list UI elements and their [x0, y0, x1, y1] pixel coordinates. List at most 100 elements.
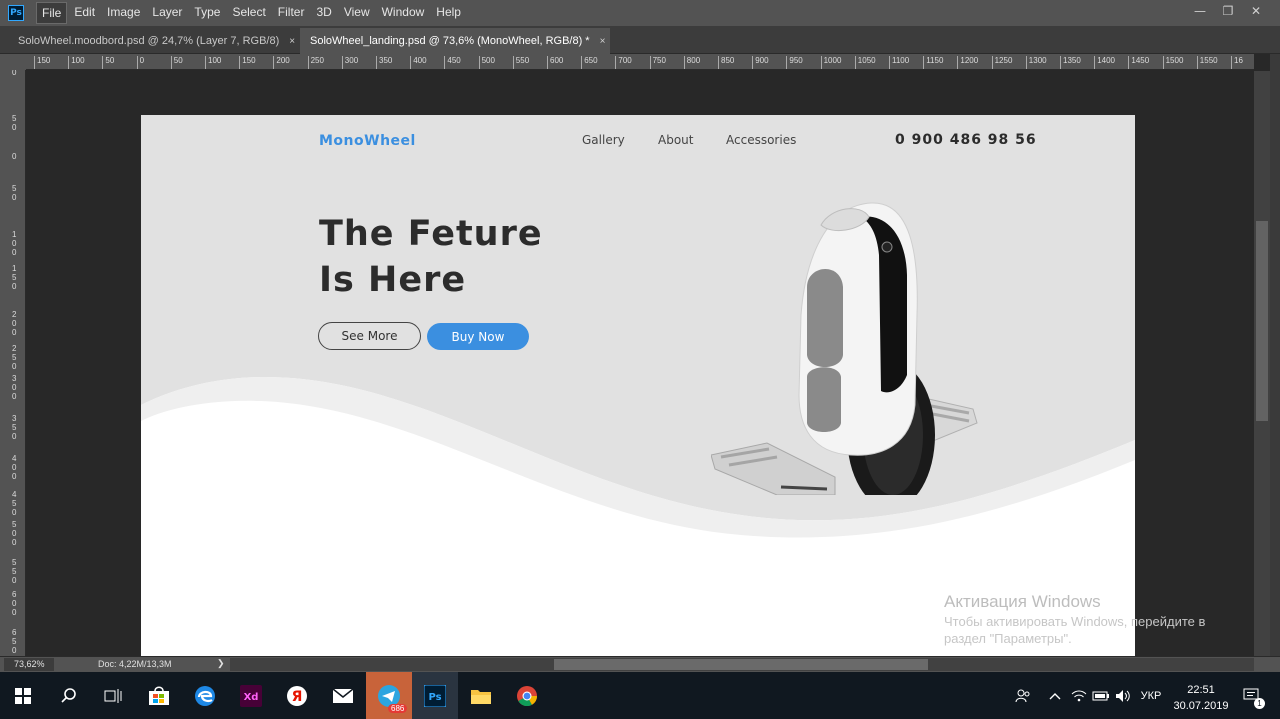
horizontal-ruler[interactable]: 150 100 50 0 50 100 150 200 250 300 350 400 450 500 55… — [26, 54, 1254, 70]
ruler-tick-label: 200 — [12, 310, 17, 337]
menu-help[interactable]: Help — [431, 2, 466, 24]
ruler-tick-label: 450 — [444, 56, 461, 69]
edge-browser-icon — [195, 685, 215, 706]
menu-filter[interactable]: Filter — [273, 2, 310, 24]
menu-view[interactable]: View — [339, 2, 375, 24]
chrome-browser-icon — [517, 685, 538, 706]
unicycle-image — [711, 202, 978, 495]
workspace[interactable]: MonoWheel Gallery About Accessories 0 90… — [27, 71, 1254, 656]
menu-image[interactable]: Image — [102, 2, 145, 24]
nav-about[interactable]: About — [658, 133, 693, 147]
ruler-tick-label: 1200 — [957, 56, 978, 69]
taskbar-mail[interactable] — [320, 672, 366, 719]
windows-activation-watermark: Активация Windows Чтобы активировать Win… — [944, 592, 1205, 646]
ruler-tick-label: 900 — [752, 56, 769, 69]
document-size-info[interactable]: Doc: 4,22M/13,3M — [98, 659, 172, 669]
telegram-unread-badge: 686 — [388, 704, 408, 713]
ruler-tick-label: 150 — [239, 56, 256, 69]
svg-text:Я: Я — [292, 689, 303, 705]
battery-tray-icon[interactable] — [1090, 672, 1112, 719]
ruler-tick-label: 1350 — [1060, 56, 1081, 69]
ruler-tick-label: 200 — [273, 56, 290, 69]
clock-date: 30.07.2019 — [1173, 700, 1229, 712]
ruler-corner[interactable] — [0, 54, 26, 70]
menu-3d[interactable]: 3D — [311, 2, 336, 24]
taskbar-adobe-xd[interactable]: Xd — [228, 672, 274, 719]
action-center-button[interactable]: 1 — [1236, 672, 1268, 719]
zoom-level-field[interactable]: 73,62% — [4, 658, 54, 671]
ruler-tick-label: 550 — [12, 558, 17, 585]
ruler-tick-label: 700 — [615, 56, 632, 69]
see-more-button[interactable]: See More — [318, 322, 421, 350]
ruler-tick-label: 300 — [341, 56, 358, 69]
menu-window[interactable]: Window — [377, 2, 430, 24]
photoshop-logo-icon[interactable]: Ps — [8, 5, 24, 21]
status-menu-arrow-icon[interactable]: ❯ — [217, 658, 225, 669]
input-language-indicator[interactable]: УКР — [1136, 672, 1166, 719]
start-button[interactable] — [0, 672, 46, 719]
ruler-tick-label: 400 — [12, 454, 17, 481]
mail-envelope-icon — [332, 687, 354, 703]
show-hidden-icons-button[interactable] — [1044, 672, 1066, 719]
taskbar-photoshop[interactable]: Ps — [412, 672, 458, 719]
tab-moodboard[interactable]: SoloWheel.moodbord.psd @ 24,7% (Layer 7,… — [8, 28, 298, 54]
network-tray-icon[interactable] — [1068, 672, 1090, 719]
taskbar-telegram[interactable]: 686 — [366, 672, 412, 719]
ruler-tick-label: 500 — [12, 520, 17, 547]
horizontal-scroll-thumb[interactable] — [554, 659, 928, 670]
ruler-tick-label: 500 — [478, 56, 495, 69]
ruler-tick-label: 650 — [12, 628, 17, 655]
ruler-tick-label: 550 — [512, 56, 529, 69]
search-button[interactable] — [46, 672, 92, 719]
nav-gallery[interactable]: Gallery — [582, 133, 625, 147]
vertical-ruler[interactable]: 0 50 0 50 100 150 200 250 300 350 400 450 500 550 600 6… — [0, 54, 26, 656]
ruler-tick-label: 250 — [307, 56, 324, 69]
phone-number[interactable]: 0 900 486 98 56 — [895, 132, 1037, 148]
nav-accessories[interactable]: Accessories — [726, 133, 796, 147]
document-canvas[interactable]: MonoWheel Gallery About Accessories 0 90… — [141, 115, 1135, 656]
ruler-tick-label: 1250 — [991, 56, 1012, 69]
taskbar-yandex[interactable]: Я — [274, 672, 320, 719]
menu-layer[interactable]: Layer — [147, 2, 187, 24]
chevron-up-icon — [1049, 692, 1061, 699]
tab-close-icon[interactable]: × — [600, 36, 606, 47]
menu-file[interactable]: File — [36, 2, 68, 24]
menu-select[interactable]: Select — [227, 2, 270, 24]
site-logo[interactable]: MonoWheel — [319, 133, 416, 149]
tab-landing[interactable]: SoloWheel_landing.psd @ 73,6% (MonoWheel… — [300, 28, 610, 54]
restore-button[interactable]: ❐ — [1214, 2, 1242, 20]
search-icon — [61, 687, 76, 703]
store-bag-icon — [149, 686, 169, 705]
ruler-tick-label: 800 — [683, 56, 700, 69]
menu-type[interactable]: Type — [189, 2, 225, 24]
task-view-icon — [104, 688, 122, 703]
document-tabs: SoloWheel.moodbord.psd @ 24,7% (Layer 7,… — [0, 26, 1280, 54]
vertical-scrollbar[interactable] — [1254, 71, 1270, 656]
taskbar-edge[interactable] — [182, 672, 228, 719]
vertical-scroll-thumb[interactable] — [1256, 221, 1268, 421]
watermark-line-1: Чтобы активировать Windows, перейдите в — [944, 614, 1206, 629]
speaker-icon — [1116, 689, 1130, 702]
volume-tray-icon[interactable] — [1112, 672, 1134, 719]
buy-now-button[interactable]: Buy Now — [427, 323, 529, 350]
taskbar-clock[interactable]: 22:51 30.07.2019 — [1168, 682, 1234, 714]
tab-label: SoloWheel.moodbord.psd @ 24,7% (Layer 7,… — [18, 35, 280, 47]
tab-close-icon[interactable]: × — [289, 36, 295, 47]
minimize-button[interactable]: — — [1186, 2, 1214, 20]
main-menu: File Edit Image Layer Type Select Filter… — [36, 2, 468, 24]
wifi-icon — [1071, 690, 1087, 701]
people-tray-icon[interactable] — [1010, 672, 1036, 719]
task-view-button[interactable] — [90, 672, 136, 719]
menu-bar: Ps File Edit Image Layer Type Select Fil… — [0, 0, 1280, 26]
taskbar-store[interactable] — [136, 672, 182, 719]
yandex-browser-icon: Я — [287, 685, 307, 706]
horizontal-scrollbar[interactable] — [230, 658, 1254, 671]
ruler-tick-label: 50 — [12, 184, 17, 202]
watermark-title: Активация Windows — [944, 592, 1101, 611]
ruler-tick-label: 1550 — [1196, 56, 1218, 69]
ruler-tick-label: 50 — [170, 56, 183, 69]
taskbar-file-explorer[interactable] — [458, 672, 504, 719]
close-button[interactable]: ✕ — [1242, 2, 1270, 20]
menu-edit[interactable]: Edit — [69, 2, 100, 24]
taskbar-chrome[interactable] — [504, 672, 550, 719]
